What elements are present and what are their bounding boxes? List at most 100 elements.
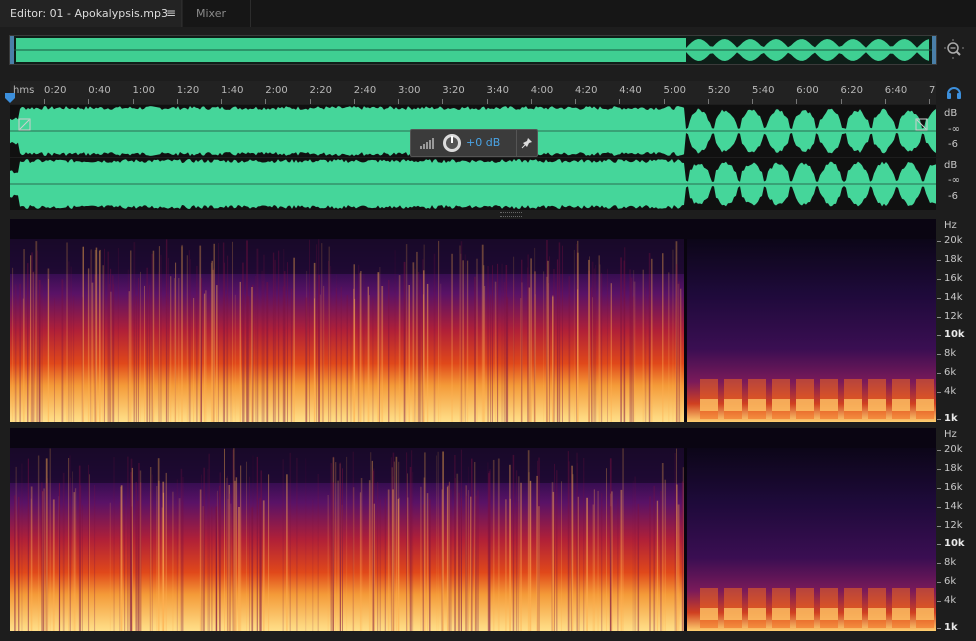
- frequency-tick: [937, 279, 941, 280]
- mixer-tab[interactable]: Mixer: [186, 0, 236, 27]
- ruler-time-label: 2:00: [265, 85, 288, 96]
- ruler-time-label: 6:20: [840, 85, 863, 96]
- frequency-tick: [937, 354, 941, 355]
- ruler-tick: [619, 99, 621, 104]
- frequency-label: 4k: [944, 595, 957, 606]
- ruler-time-label: 4:20: [575, 85, 598, 96]
- ruler-tick: [398, 99, 399, 104]
- playhead-marker[interactable]: [5, 93, 15, 103]
- mixer-tab-label: Mixer: [196, 7, 227, 20]
- frequency-label: 12k: [944, 311, 963, 322]
- frequency-tick: [937, 241, 941, 242]
- frequency-tick: [937, 469, 941, 470]
- zoom-out-icon[interactable]: [944, 38, 964, 60]
- ruler-tick: [663, 99, 665, 104]
- ruler-time-label: 5:00: [663, 85, 686, 96]
- db-unit-label: dB: [944, 160, 958, 171]
- spectral-display-right[interactable]: [10, 428, 936, 631]
- spectral-frequency-image: [10, 219, 936, 422]
- frequency-tick: [937, 563, 941, 564]
- panel-menu-icon[interactable]: ≡: [164, 0, 178, 27]
- overview-navigator[interactable]: [9, 35, 937, 65]
- frequency-tick: [937, 526, 941, 527]
- ruler-tick: [442, 99, 444, 104]
- hz-unit-label: Hz: [944, 220, 957, 231]
- ruler-time-label: 0:20: [44, 85, 67, 96]
- frequency-tick: [937, 544, 941, 545]
- ruler-tick: [88, 99, 90, 104]
- frequency-tick: [937, 260, 941, 261]
- frequency-label: 18k: [944, 254, 963, 265]
- frequency-label: 18k: [944, 463, 963, 474]
- frequency-label: 20k: [944, 444, 963, 455]
- frequency-tick: [937, 335, 941, 336]
- ruler-time-label: 6:00: [796, 85, 819, 96]
- frequency-label: 1k: [944, 622, 958, 633]
- db-mark: -6: [948, 191, 958, 202]
- volume-knob-icon[interactable]: [442, 133, 462, 153]
- panel-tab-bar: Editor: 01 - Apokalypsis.mp3 ≡ Mixer: [0, 0, 976, 27]
- right-channel-waveform: [10, 159, 936, 209]
- gain-value[interactable]: +0 dB: [466, 136, 500, 149]
- ruler-time-label: 4:40: [619, 85, 642, 96]
- frequency-label: 6k: [944, 576, 957, 587]
- frequency-label: 16k: [944, 273, 963, 284]
- frequency-label: 6k: [944, 367, 957, 378]
- frequency-tick: [937, 298, 941, 299]
- frequency-label: 4k: [944, 386, 957, 397]
- tab-separator: [250, 0, 251, 27]
- ruler-tick: [309, 99, 311, 104]
- ruler-tick: [265, 99, 267, 104]
- ruler-tick: [929, 99, 930, 104]
- frequency-label: 8k: [944, 348, 957, 359]
- ruler-time-label: 1:40: [221, 85, 244, 96]
- hz-unit-label: Hz: [944, 429, 957, 440]
- ruler-time-label: 3:00: [398, 85, 421, 96]
- ruler-tick: [575, 99, 576, 104]
- ruler-unit-label: hms: [13, 85, 35, 96]
- spectral-display-left[interactable]: [10, 219, 936, 422]
- frequency-label: 8k: [944, 557, 957, 568]
- time-ruler[interactable]: hms 0:20 0:40 1:00 1:20 1:40 2:00 2:20 2:40 3:00…: [10, 81, 936, 104]
- frequency-label: 10k: [944, 538, 965, 549]
- ruler-tick: [221, 99, 222, 104]
- frequency-label: 1k: [944, 413, 958, 424]
- ruler-tick: [353, 99, 355, 104]
- frequency-label: 14k: [944, 292, 963, 303]
- frequency-tick: [937, 582, 941, 583]
- frequency-label: 14k: [944, 501, 963, 512]
- gain-hud[interactable]: +0 dB: [410, 129, 538, 157]
- frequency-tick: [937, 488, 941, 489]
- db-mark: -6: [948, 139, 958, 150]
- ruler-tick: [530, 99, 532, 104]
- tab-separator: [181, 0, 182, 27]
- frequency-tick: [937, 373, 941, 374]
- db-mark: -∞: [948, 175, 960, 186]
- frequency-label: 12k: [944, 520, 963, 531]
- pin-icon[interactable]: [521, 137, 533, 149]
- ruler-tick: [752, 99, 753, 104]
- headphones-icon[interactable]: [946, 84, 962, 100]
- ruler-time-label: 2:40: [353, 85, 377, 96]
- db-unit-label: dB: [944, 108, 958, 119]
- waveform-channel-right[interactable]: [10, 158, 936, 210]
- overview-left-handle[interactable]: [10, 36, 14, 64]
- frequency-tick: [937, 450, 941, 451]
- ruler-time-label: 3:40: [486, 85, 509, 96]
- ruler-tick: [840, 99, 842, 104]
- frequency-tick: [937, 601, 941, 602]
- spectral-frequency-image: [10, 428, 936, 631]
- ruler-tick: [796, 99, 798, 104]
- panel-resize-handle[interactable]: [500, 212, 522, 217]
- ruler-time-label: 1:20: [176, 85, 200, 96]
- ruler-time-label: 3:20: [442, 85, 465, 96]
- ruler-time-label: 5:40: [752, 85, 775, 96]
- hud-separator: [516, 130, 517, 156]
- db-mark: -∞: [948, 124, 960, 135]
- ruler-time-label: 7: [929, 85, 936, 96]
- frequency-tick: [937, 392, 941, 393]
- editor-tab[interactable]: Editor: 01 - Apokalypsis.mp3: [0, 0, 183, 27]
- overview-right-handle[interactable]: [932, 36, 936, 64]
- frequency-tick: [937, 507, 941, 508]
- ruler-tick: [176, 99, 178, 104]
